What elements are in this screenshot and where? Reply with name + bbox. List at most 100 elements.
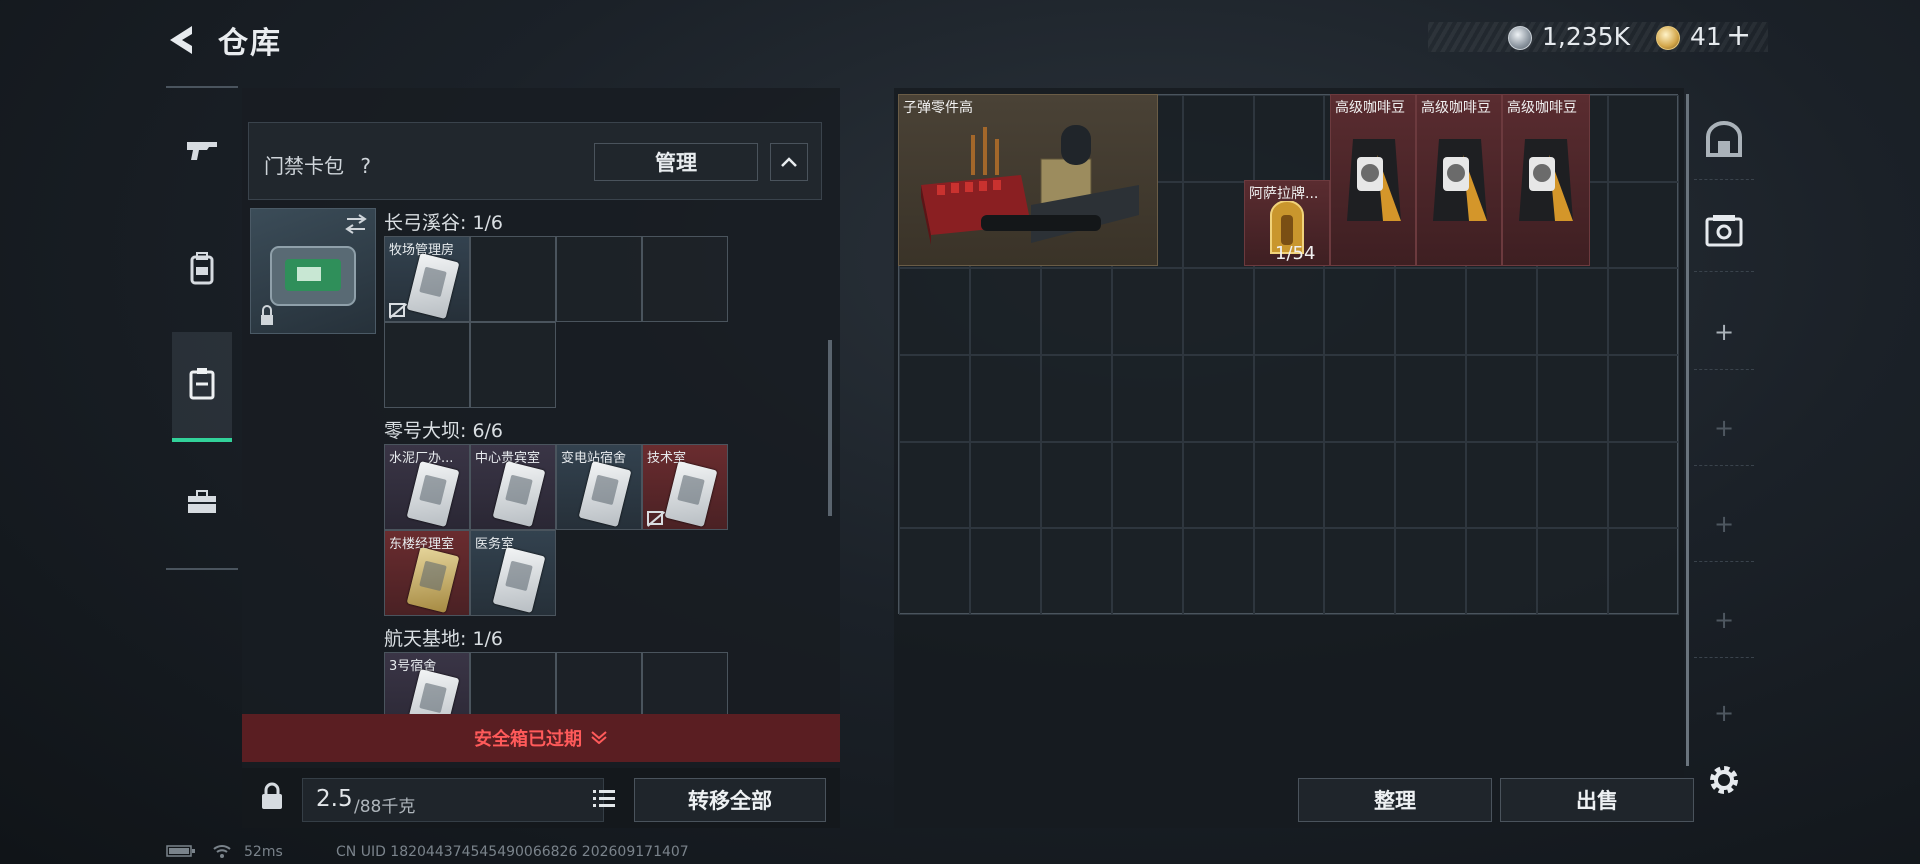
back-icon[interactable] xyxy=(162,20,202,60)
side-tool-safebox[interactable] xyxy=(1694,104,1754,180)
safebox-icon xyxy=(1704,120,1744,163)
empty-slot xyxy=(470,236,556,322)
stash-cell xyxy=(1040,441,1112,529)
keycard-slot[interactable]: 东楼经理室 xyxy=(384,530,470,616)
keycard-icon xyxy=(406,669,460,714)
keycard-slot[interactable]: 3号宿舍 xyxy=(384,652,470,714)
keycard-scrollbar[interactable] xyxy=(828,340,832,516)
plus-icon: + xyxy=(1713,317,1735,346)
keycard-slot[interactable]: 中心贵宾室 xyxy=(470,444,556,530)
stash-item-ammo-crate[interactable]: 子弹零件高 xyxy=(898,94,1158,266)
keycase-item[interactable] xyxy=(250,208,376,334)
keycard-slot[interactable]: 技术室 xyxy=(642,444,728,530)
keycard-icon xyxy=(406,461,460,527)
gun-icon xyxy=(185,136,219,168)
stash-item-token[interactable]: 阿萨拉牌... 1/54 xyxy=(1244,180,1330,266)
stash-cell xyxy=(1182,268,1254,355)
safebox-expired-warning[interactable]: 安全箱已过期 xyxy=(242,714,840,762)
silver-currency-value: 1,235K xyxy=(1542,22,1630,51)
keycase-image-icon xyxy=(261,214,367,325)
uid-text: CN UID 182044374545490066826 20260917140… xyxy=(336,844,689,860)
keycard-slot[interactable]: 医务室 xyxy=(470,530,556,616)
chevron-down-icon xyxy=(590,728,608,749)
stash-item-coffee[interactable]: 高级咖啡豆 xyxy=(1502,94,1590,266)
section-title-dam: 零号大坝: 6/6 xyxy=(384,420,504,442)
stash-cell xyxy=(1111,355,1183,442)
nav-item-weapon[interactable] xyxy=(172,104,232,200)
add-container-button[interactable]: + xyxy=(1694,294,1754,370)
stash-cell xyxy=(1111,268,1183,355)
stash-cell xyxy=(1608,528,1679,615)
transfer-all-button[interactable]: 转移全部 xyxy=(634,778,826,822)
stash-cell xyxy=(1182,355,1254,442)
gold-currency-value: 41 xyxy=(1690,22,1722,51)
keycard-case-icon xyxy=(1703,213,1745,255)
nav-item-equipment[interactable] xyxy=(172,222,232,318)
keycard-icon xyxy=(406,253,460,319)
stash-cell xyxy=(1537,268,1609,355)
keycard-slot[interactable]: 变电站宿舍 xyxy=(556,444,642,530)
nav-item-keycard[interactable] xyxy=(172,332,232,442)
keycase-title-text: 门禁卡包 xyxy=(264,154,344,178)
stash-cell xyxy=(1608,441,1679,529)
stash-cell xyxy=(1395,441,1467,529)
sort-button[interactable]: 整理 xyxy=(1298,778,1492,822)
empty-slot xyxy=(642,236,728,322)
stash-item-coffee[interactable]: 高级咖啡豆 xyxy=(1416,94,1502,266)
expired-icon xyxy=(647,511,663,525)
section-grid-aerospace: 3号宿舍 xyxy=(384,652,730,714)
stash-cell xyxy=(1182,528,1254,615)
stash-cell xyxy=(1537,355,1609,442)
stash-cell xyxy=(1040,268,1112,355)
stash-cell xyxy=(1608,95,1679,182)
stash-cell xyxy=(1608,181,1679,269)
stash-cell xyxy=(1182,181,1254,269)
settings-button[interactable] xyxy=(1702,760,1746,804)
keycard-icon xyxy=(664,461,718,527)
stash-scrollbar[interactable] xyxy=(1686,94,1689,766)
keycard-case-icon xyxy=(188,366,216,404)
keycard-icon xyxy=(578,461,632,527)
nav-item-toolbox[interactable] xyxy=(172,456,232,552)
stash-cell xyxy=(1111,528,1183,615)
stash-cell xyxy=(1182,441,1254,529)
list-view-button[interactable] xyxy=(586,782,622,818)
plus-icon: + xyxy=(1713,605,1735,634)
keycard-icon xyxy=(492,461,546,527)
item-label: 子弹零件高 xyxy=(903,100,973,116)
weight-value: 2.5 xyxy=(316,786,353,812)
coffee-bag-icon xyxy=(1519,139,1573,221)
gear-icon xyxy=(1707,763,1741,801)
stash-cell xyxy=(1111,441,1183,529)
empty-slot xyxy=(470,322,556,408)
item-label: 阿萨拉牌... xyxy=(1249,186,1319,202)
backpack-icon xyxy=(187,251,217,289)
collapse-button[interactable] xyxy=(770,143,808,181)
stash-cell xyxy=(1537,441,1609,529)
list-icon xyxy=(592,788,616,812)
add-currency-button[interactable]: + xyxy=(1726,18,1751,53)
empty-container-slot[interactable]: + xyxy=(1694,390,1754,466)
empty-container-slot[interactable]: + xyxy=(1694,486,1754,562)
keycard-slot[interactable]: 牧场管理房 xyxy=(384,236,470,322)
sell-button[interactable]: 出售 xyxy=(1500,778,1694,822)
empty-container-slot[interactable]: + xyxy=(1694,582,1754,658)
empty-container-slot[interactable]: + xyxy=(1694,678,1754,748)
stash-cell xyxy=(1537,528,1609,615)
stash-cell xyxy=(1253,268,1325,355)
stash-cell xyxy=(1324,528,1396,615)
side-tool-keycard[interactable] xyxy=(1694,196,1754,272)
plus-icon: + xyxy=(1713,699,1735,727)
help-icon[interactable]: ? xyxy=(360,154,371,178)
stash-cell xyxy=(1395,268,1467,355)
lock-button[interactable] xyxy=(250,776,294,820)
stash-cell xyxy=(969,528,1041,615)
expired-icon xyxy=(389,303,405,317)
stash-item-coffee[interactable]: 高级咖啡豆 xyxy=(1330,94,1416,266)
briefcase-icon xyxy=(186,489,218,519)
empty-slot xyxy=(556,652,642,714)
keycard-slot[interactable]: 水泥厂办... xyxy=(384,444,470,530)
stash-cell xyxy=(1466,268,1538,355)
stash-cell xyxy=(1253,95,1325,182)
manage-button[interactable]: 管理 xyxy=(594,143,758,181)
